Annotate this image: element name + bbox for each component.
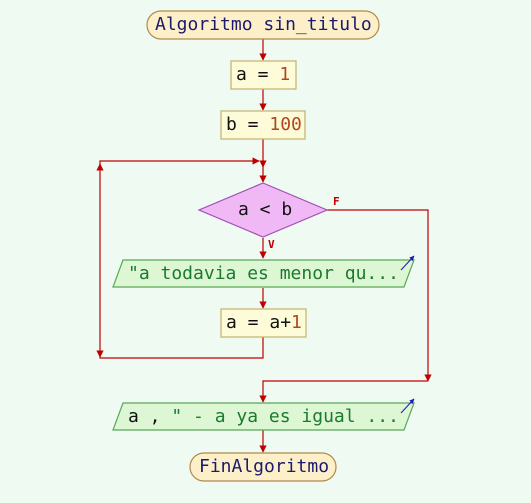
assign-a-label: a = 1 bbox=[236, 64, 291, 85]
decision-label: a < b bbox=[238, 199, 293, 220]
arrow-false-join bbox=[259, 380, 428, 403]
assign-b-label: b = 100 bbox=[226, 114, 302, 135]
end-label: FinAlgoritmo bbox=[199, 456, 330, 477]
arrow-decision-false bbox=[327, 209, 432, 382]
output-in-loop-label: "a todavia es menor qu... bbox=[128, 263, 399, 284]
output-after-loop-label: a , " - a ya es igual ... bbox=[128, 406, 399, 427]
start-label: Algoritmo sin_titulo bbox=[155, 14, 372, 35]
true-branch-label: V bbox=[268, 238, 275, 251]
increment-label: a = a+1 bbox=[226, 312, 302, 333]
false-branch-label: F bbox=[333, 195, 340, 208]
